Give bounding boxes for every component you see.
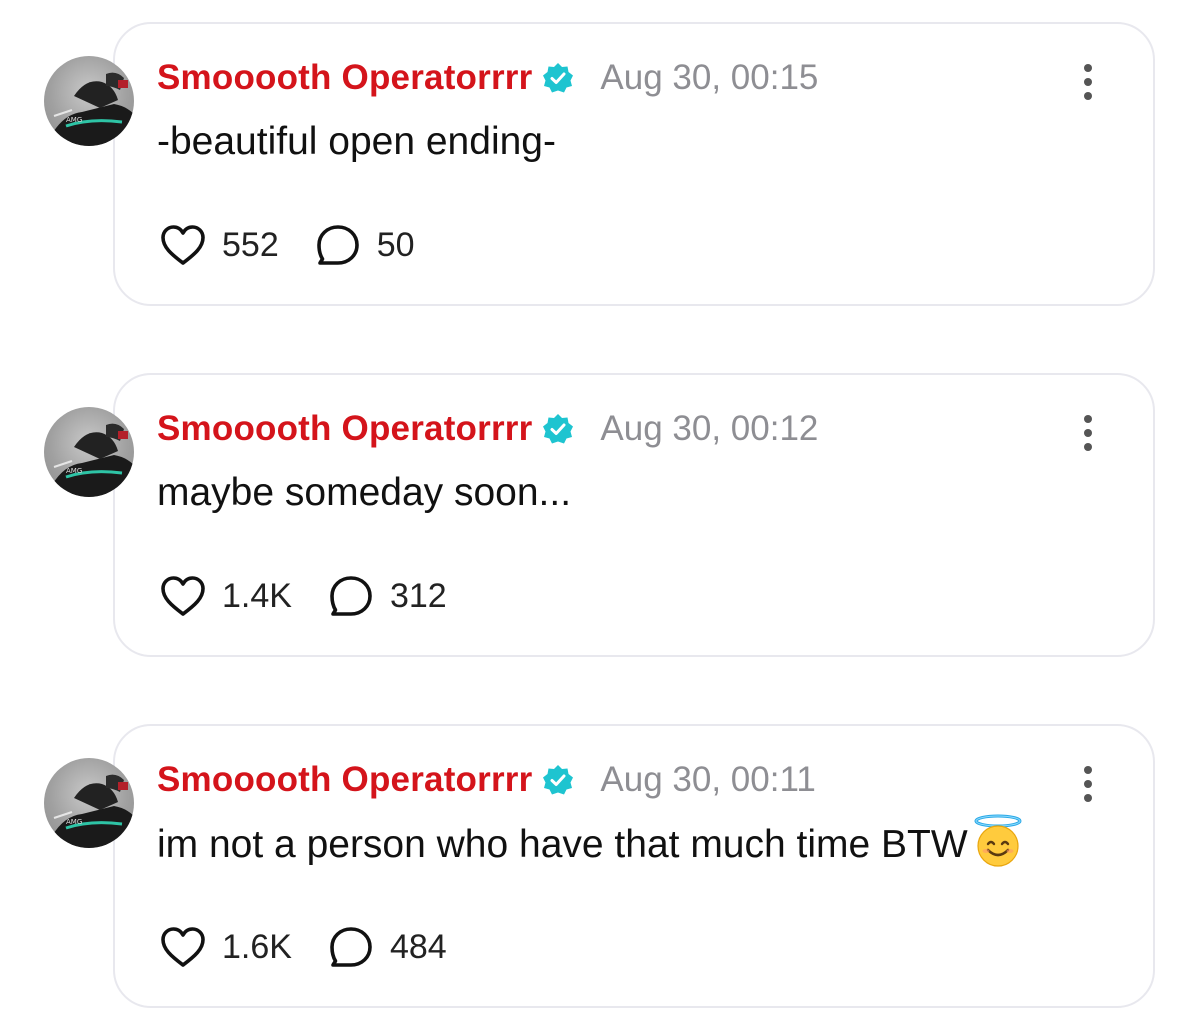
verified-badge-icon bbox=[543, 414, 574, 444]
timestamp: Aug 30, 00:15 bbox=[600, 58, 819, 97]
like-count: 1.6K bbox=[222, 927, 292, 966]
verified-badge-icon bbox=[543, 765, 574, 795]
comment-actions: 1.4K 312 bbox=[160, 573, 447, 619]
avatar[interactable]: AMG bbox=[44, 407, 134, 497]
comment-post: AMG Smooooth Operatorrrr Aug 30, 00:11 i… bbox=[0, 724, 1200, 1008]
comment-text-content: -beautiful open ending- bbox=[157, 120, 556, 163]
comment-text: im not a person who have that much time … bbox=[157, 814, 1026, 868]
more-vertical-icon[interactable] bbox=[1076, 764, 1100, 804]
comment-text: maybe someday soon... bbox=[157, 471, 571, 515]
heart-icon[interactable] bbox=[160, 575, 206, 617]
reply-count: 312 bbox=[389, 576, 447, 615]
timestamp: Aug 30, 00:11 bbox=[600, 760, 816, 799]
like-count: 552 bbox=[222, 225, 279, 264]
comment-feed: AMG Smooooth Operatorrrr Aug 30, 00:15 -… bbox=[0, 0, 1200, 1029]
comment-text: -beautiful open ending- bbox=[157, 120, 556, 164]
speech-bubble-icon[interactable] bbox=[328, 574, 374, 618]
speech-bubble-icon[interactable] bbox=[328, 925, 374, 969]
heart-icon[interactable] bbox=[160, 926, 206, 968]
verified-badge-icon bbox=[543, 63, 574, 93]
comment-header: Smooooth Operatorrrr Aug 30, 00:12 bbox=[157, 407, 818, 451]
comment-text-content: im not a person who have that much time … bbox=[157, 823, 968, 866]
comment-actions: 1.6K 484 bbox=[160, 924, 447, 970]
reply-count: 484 bbox=[389, 927, 447, 966]
more-vertical-icon[interactable] bbox=[1076, 413, 1100, 453]
username[interactable]: Smooooth Operatorrrr bbox=[157, 409, 532, 449]
comment-actions: 552 50 bbox=[160, 222, 415, 268]
username[interactable]: Smooooth Operatorrrr bbox=[157, 58, 532, 98]
smiling-face-with-halo-icon bbox=[974, 814, 1022, 867]
more-vertical-icon[interactable] bbox=[1076, 62, 1100, 102]
avatar[interactable]: AMG bbox=[44, 758, 134, 848]
svg-text:AMG: AMG bbox=[66, 467, 82, 475]
username[interactable]: Smooooth Operatorrrr bbox=[157, 760, 532, 800]
svg-text:AMG: AMG bbox=[66, 818, 82, 826]
avatar[interactable]: AMG bbox=[44, 56, 134, 146]
speech-bubble-icon[interactable] bbox=[315, 223, 361, 267]
comment-header: Smooooth Operatorrrr Aug 30, 00:15 bbox=[157, 56, 818, 100]
svg-text:AMG: AMG bbox=[66, 116, 82, 124]
heart-icon[interactable] bbox=[160, 224, 206, 266]
like-count: 1.4K bbox=[222, 576, 292, 615]
comment-post: AMG Smooooth Operatorrrr Aug 30, 00:12 m… bbox=[0, 373, 1200, 657]
timestamp: Aug 30, 00:12 bbox=[600, 409, 819, 448]
comment-header: Smooooth Operatorrrr Aug 30, 00:11 bbox=[157, 758, 816, 802]
comment-post: AMG Smooooth Operatorrrr Aug 30, 00:15 -… bbox=[0, 22, 1200, 306]
reply-count: 50 bbox=[376, 225, 415, 264]
comment-text-content: maybe someday soon... bbox=[157, 471, 572, 514]
